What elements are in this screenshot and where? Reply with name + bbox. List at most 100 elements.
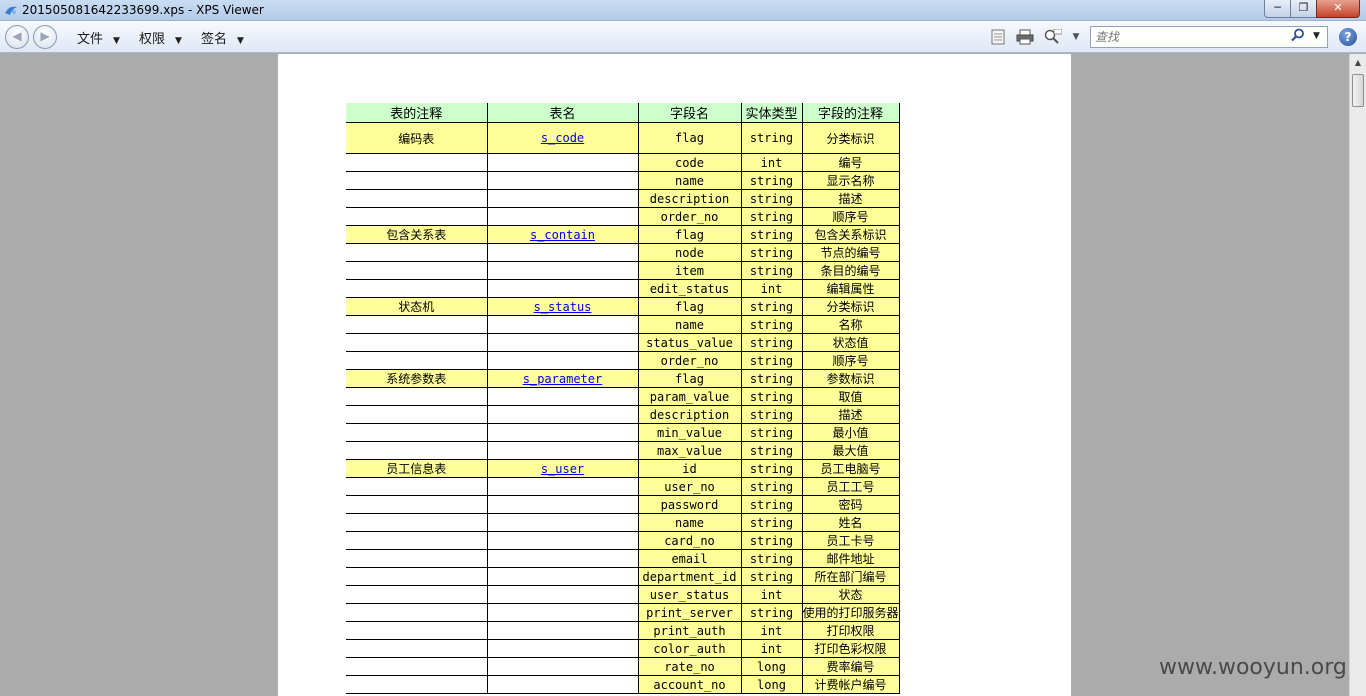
field-name-cell: node	[638, 243, 742, 262]
table-comment-cell	[346, 513, 488, 532]
table-name-link[interactable]: s_status	[534, 300, 592, 314]
field-note-cell: 最大值	[802, 441, 900, 460]
entity-type-cell: string	[741, 513, 803, 532]
entity-type-cell: long	[741, 675, 803, 694]
table-comment-cell	[346, 567, 488, 586]
column-header: 字段名	[638, 103, 742, 123]
table-comment-cell	[346, 423, 488, 442]
table-row: card_no string 员工卡号	[346, 531, 900, 550]
search-options-chevron-icon[interactable]: ▼	[1313, 31, 1320, 41]
vertical-scrollbar[interactable]: ▲	[1349, 54, 1366, 696]
field-name-cell: param_value	[638, 387, 742, 406]
back-button[interactable]: ◀	[5, 25, 29, 49]
table-row: status_value string 状态值	[346, 333, 900, 352]
field-name-cell: user_no	[638, 477, 742, 496]
chevron-down-icon: ▼	[113, 36, 120, 46]
entity-type-cell: string	[741, 243, 803, 262]
menu-file[interactable]: 文件 ▼	[77, 28, 120, 47]
table-row: node string 节点的编号	[346, 243, 900, 262]
table-name-cell	[487, 585, 639, 604]
field-note-cell: 条目的编号	[802, 261, 900, 280]
entity-type-cell: string	[741, 225, 803, 244]
scroll-up-arrow-icon[interactable]: ▲	[1350, 54, 1366, 71]
table-header-row: 表的注释 表名 字段名 实体类型 字段的注释	[346, 103, 900, 123]
table-comment-cell	[346, 477, 488, 496]
entity-type-cell: string	[741, 333, 803, 352]
help-icon[interactable]: ?	[1339, 28, 1357, 46]
table-name-cell	[487, 387, 639, 406]
field-name-cell: status_value	[638, 333, 742, 352]
entity-type-cell: string	[741, 189, 803, 208]
zoom-chevron-down-icon[interactable]: ▼	[1068, 29, 1084, 45]
field-note-cell: 参数标识	[802, 369, 900, 388]
field-name-cell: description	[638, 189, 742, 208]
field-note-cell: 分类标识	[802, 122, 900, 154]
field-note-cell: 密码	[802, 495, 900, 514]
menu-permissions[interactable]: 权限 ▼	[139, 28, 182, 47]
close-button[interactable]: ✕	[1316, 0, 1360, 18]
entity-type-cell: int	[741, 639, 803, 658]
field-note-cell: 描述	[802, 189, 900, 208]
field-name-cell: department_id	[638, 567, 742, 586]
search-box[interactable]: ▼	[1090, 26, 1328, 48]
entity-type-cell: int	[741, 279, 803, 298]
entity-type-cell: string	[741, 477, 803, 496]
back-arrow-icon: ◀	[12, 29, 22, 43]
table-comment-cell: 系统参数表	[346, 369, 488, 388]
watermark: www.wooyun.org	[1159, 655, 1347, 680]
scrollbar-thumb[interactable]	[1352, 74, 1364, 107]
zoom-icon[interactable]	[1044, 28, 1063, 45]
entity-type-cell: string	[741, 171, 803, 190]
table-name-cell	[487, 603, 639, 622]
field-note-cell: 描述	[802, 405, 900, 424]
column-header: 表的注释	[346, 103, 488, 123]
table-name-cell	[487, 207, 639, 226]
table-row: param_value string 取值	[346, 387, 900, 406]
table-name-link[interactable]: s_contain	[530, 228, 595, 242]
table-name-cell	[487, 153, 639, 172]
table-row: account_no long 计费帐户编号	[346, 675, 900, 694]
field-note-cell: 显示名称	[802, 171, 900, 190]
field-name-cell: edit_status	[638, 279, 742, 298]
field-name-cell: account_no	[638, 675, 742, 694]
search-icon[interactable]	[1291, 28, 1305, 46]
field-name-cell: user_status	[638, 585, 742, 604]
table-name-cell	[487, 675, 639, 694]
print-icon[interactable]	[1016, 29, 1034, 45]
entity-type-cell: string	[741, 531, 803, 550]
field-note-cell: 员工工号	[802, 477, 900, 496]
table-name-cell	[487, 657, 639, 676]
table-row: order_no string 顺序号	[346, 351, 900, 370]
entity-type-cell: long	[741, 657, 803, 676]
table-name-cell	[487, 351, 639, 370]
search-input[interactable]	[1095, 29, 1285, 45]
table-name-cell: s_user	[487, 459, 639, 478]
table-name-link[interactable]: s_code	[541, 131, 584, 145]
field-note-cell: 节点的编号	[802, 243, 900, 262]
forward-button[interactable]: ▶	[33, 25, 57, 49]
field-name-cell: name	[638, 315, 742, 334]
table-comment-cell	[346, 603, 488, 622]
page-view-icon[interactable]	[990, 29, 1006, 45]
table-comment-cell	[346, 243, 488, 262]
field-name-cell: order_no	[638, 207, 742, 226]
entity-type-cell: string	[741, 459, 803, 478]
table-row: description string 描述	[346, 405, 900, 424]
table-comment-cell	[346, 639, 488, 658]
minimize-button[interactable]: ─	[1264, 0, 1290, 18]
menu-signatures[interactable]: 签名 ▼	[201, 28, 244, 47]
table-name-cell	[487, 189, 639, 208]
table-name-cell	[487, 639, 639, 658]
field-note-cell: 邮件地址	[802, 549, 900, 568]
table-row: description string 描述	[346, 189, 900, 208]
table-comment-cell	[346, 351, 488, 370]
field-note-cell: 员工卡号	[802, 531, 900, 550]
menu-signatures-label: 签名	[201, 32, 228, 47]
maximize-button[interactable]: ❐	[1290, 0, 1316, 18]
column-header: 实体类型	[741, 103, 803, 123]
table-name-link[interactable]: s_user	[541, 462, 584, 476]
table-name-link[interactable]: s_parameter	[523, 372, 602, 386]
field-name-cell: id	[638, 459, 742, 478]
entity-type-cell: string	[741, 315, 803, 334]
entity-type-cell: string	[741, 441, 803, 460]
